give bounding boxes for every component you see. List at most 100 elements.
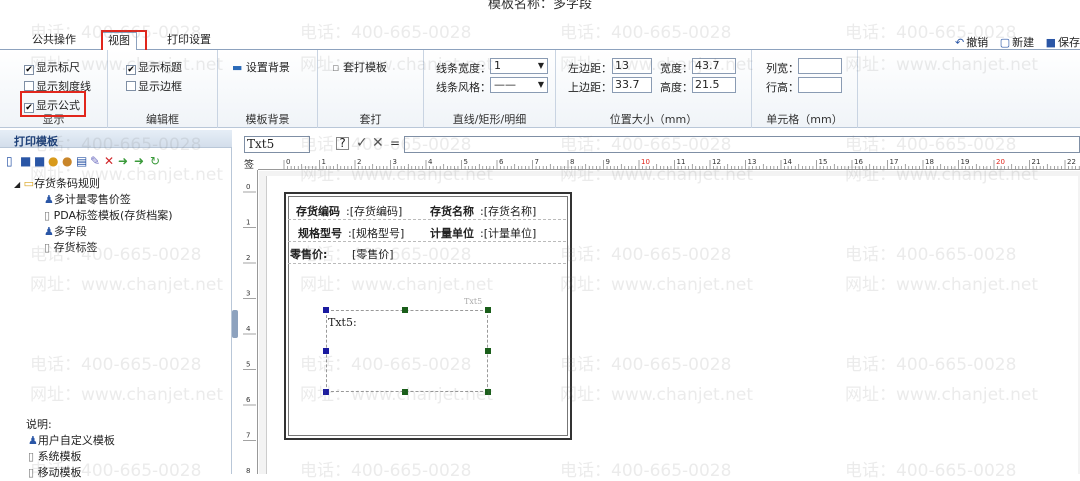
ruler-tick-label: 11 bbox=[677, 158, 686, 166]
new-label: 新建 bbox=[1012, 36, 1035, 49]
group-background-label: 模板背景 bbox=[245, 113, 290, 126]
field-name-value: :[存货名称] bbox=[480, 205, 537, 218]
line-width-label: 线条宽度： bbox=[436, 62, 491, 75]
ruler-tick-label: 6 bbox=[499, 158, 504, 166]
save-template-icon[interactable]: ■ bbox=[20, 154, 31, 168]
mobile-template-icon: ▯ bbox=[28, 466, 35, 479]
horizontal-ruler-ticks: 0 1 2 3 4 5 6 7 8 9 10 11 12 13 14 15 16 17 18 19 20 21 22 bbox=[283, 158, 1080, 169]
field-spec-value: :[规格型号] bbox=[348, 227, 405, 240]
copy-template-icon[interactable]: ● bbox=[48, 154, 58, 168]
legend-label: 系统模板 bbox=[37, 450, 82, 463]
overlay-template-button[interactable]: ▫ 套打模板 bbox=[332, 59, 387, 75]
label-row-2[interactable]: 规格型号 :[规格型号] 计量单位 :[计量单位] bbox=[288, 220, 566, 242]
resize-handle[interactable] bbox=[402, 389, 408, 395]
resize-handle[interactable] bbox=[485, 348, 491, 354]
cancel-icon[interactable]: ✕ bbox=[372, 135, 384, 151]
height-input[interactable]: 21.5 bbox=[692, 77, 736, 93]
top-margin-input[interactable]: 33.7 bbox=[612, 77, 652, 93]
line-style-label: 线条风格： bbox=[436, 81, 491, 94]
formula-name-box[interactable]: Txt5 bbox=[244, 136, 310, 153]
left-margin-label: 左边距： bbox=[568, 62, 612, 75]
tab-print-settings[interactable]: 打印设置 bbox=[161, 32, 217, 50]
system-template-icon: ▯ bbox=[44, 241, 51, 254]
save-button[interactable]: ■ 保存 bbox=[1046, 34, 1080, 50]
resize-handle[interactable] bbox=[323, 348, 329, 354]
group-line-label: 直线/矩形/明细 bbox=[452, 113, 527, 126]
move-right-icon[interactable]: ➜ bbox=[118, 154, 128, 168]
group-position-label: 位置大小（mm） bbox=[609, 113, 698, 126]
txt5-text: Txt5: bbox=[328, 316, 357, 329]
checkmark-icon: ✔ bbox=[126, 65, 136, 75]
ruler-tick-label: 17 bbox=[890, 158, 899, 166]
tree-item-multi-field[interactable]: ♟多字段 bbox=[44, 223, 87, 239]
new-template-icon[interactable]: ▯ bbox=[6, 154, 13, 168]
new-doc-icon: ▢ bbox=[999, 36, 1011, 49]
undo-label: 撤销 bbox=[966, 36, 989, 49]
resize-handle[interactable] bbox=[402, 307, 408, 313]
edit-icon[interactable]: ✎ bbox=[90, 154, 100, 168]
ruler-tick-label: 16 bbox=[854, 158, 863, 166]
delete-icon[interactable]: ✕ bbox=[104, 154, 114, 168]
equals-sign: = bbox=[390, 136, 401, 150]
undo-icon: ↶ bbox=[954, 36, 965, 49]
resize-handle[interactable] bbox=[485, 307, 491, 313]
group-overlay-label: 套打 bbox=[359, 113, 382, 126]
ruler-tick-label: 3 bbox=[246, 290, 250, 298]
panel-splitter[interactable] bbox=[232, 310, 238, 338]
save-as-icon[interactable]: ■ bbox=[34, 154, 45, 168]
print-icon[interactable]: ▤ bbox=[76, 154, 87, 168]
tree-root[interactable]: ◢ ▭存货条码规则 bbox=[14, 175, 100, 191]
resize-handle[interactable] bbox=[323, 389, 329, 395]
new-button[interactable]: ▢ 新建 bbox=[1000, 34, 1034, 50]
line-style-select[interactable]: —— ▼ bbox=[490, 77, 548, 93]
line-width-select[interactable]: 1 ▼ bbox=[490, 58, 548, 74]
left-margin-input[interactable]: 13 bbox=[612, 58, 652, 74]
overlay-template-label: 套打模板 bbox=[342, 61, 387, 74]
field-code-value: :[存货编码] bbox=[346, 205, 403, 218]
group-background: ▬ 设置背景 模板背景 bbox=[218, 50, 318, 128]
folder-icon: ▭ bbox=[23, 177, 35, 190]
resize-handle[interactable] bbox=[323, 307, 329, 313]
import-icon[interactable]: ● bbox=[62, 154, 72, 168]
vertical-ruler-ticks: 0 1 2 3 4 5 6 7 8 bbox=[243, 183, 256, 477]
formula-bar: Txt5 ? ✓ ✕ = bbox=[240, 135, 1080, 154]
tree-item-pda[interactable]: ▯ PDA标签模板(存货档案) bbox=[44, 207, 173, 223]
formula-input[interactable] bbox=[404, 136, 1080, 153]
ruler-tick-label: 7 bbox=[246, 432, 250, 440]
label-design: 存货编码 :[存货编码] 存货名称 :[存货名称] 规格型号 :[规格型号] 计… bbox=[284, 192, 572, 440]
ruler-tick-label: 7 bbox=[535, 158, 539, 166]
undo-button[interactable]: ↶ 撤销 bbox=[955, 34, 988, 50]
legend-label: 移动模板 bbox=[37, 466, 82, 479]
show-title-label: 显示标题 bbox=[138, 61, 182, 74]
quick-actions: ↶ 撤销 ▢ 新建 ■ 保存 bbox=[947, 34, 1080, 50]
label-row-1[interactable]: 存货编码 :[存货编码] 存货名称 :[存货名称] bbox=[288, 196, 566, 220]
tree-item-inventory-label[interactable]: ▯ 存货标签 bbox=[44, 239, 98, 255]
field-price-key: 零售价: bbox=[290, 248, 328, 261]
col-width-input[interactable] bbox=[798, 58, 842, 74]
ruler-tick-label: 20 bbox=[996, 158, 1005, 166]
ruler-tick-label: 19 bbox=[961, 158, 970, 166]
show-ruler-checkbox[interactable]: ✔ 显示标尺 bbox=[24, 59, 80, 75]
field-code-key: 存货编码 bbox=[296, 205, 340, 218]
height-label: 高度： bbox=[660, 81, 693, 94]
width-input[interactable]: 43.7 bbox=[692, 58, 736, 74]
refresh-icon[interactable]: ↻ bbox=[150, 154, 160, 168]
ruler-tick-label: 2 bbox=[246, 254, 250, 262]
dropdown-arrow-icon: ▼ bbox=[537, 61, 544, 70]
system-template-icon: ▯ bbox=[44, 209, 51, 222]
set-background-button[interactable]: ▬ 设置背景 bbox=[232, 59, 290, 75]
ruler-tick-label: 5 bbox=[246, 361, 250, 369]
move-next-icon[interactable]: ➜ bbox=[134, 154, 144, 168]
ruler-tick-label: 8 bbox=[570, 158, 574, 166]
tab-common[interactable]: 公共操作 bbox=[26, 32, 82, 50]
tree-item-multi-unit[interactable]: ♟多计量零售价签 bbox=[44, 191, 131, 207]
resize-handle[interactable] bbox=[485, 389, 491, 395]
show-border-checkbox[interactable]: 显示边框 bbox=[126, 78, 182, 94]
width-label: 宽度： bbox=[660, 62, 693, 75]
confirm-icon[interactable]: ✓ bbox=[356, 135, 368, 151]
ruler-tick-label: 0 bbox=[246, 183, 250, 191]
label-row-3[interactable]: 零售价: [零售价] bbox=[288, 242, 566, 264]
row-height-input[interactable] bbox=[798, 77, 842, 93]
show-title-checkbox[interactable]: ✔ 显示标题 bbox=[126, 59, 182, 75]
help-icon[interactable]: ? bbox=[336, 137, 349, 150]
